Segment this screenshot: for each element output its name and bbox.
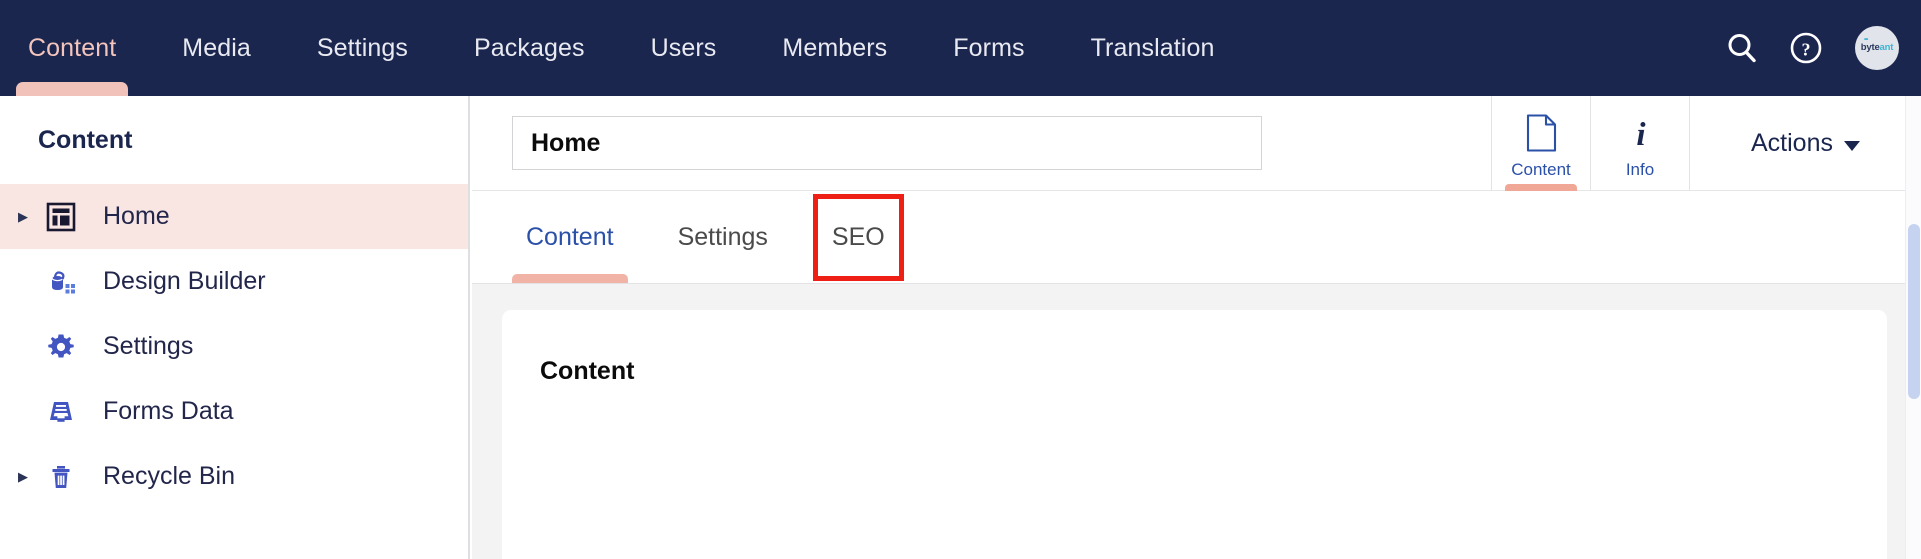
sidebar-title: Content <box>38 125 133 154</box>
expand-caret-icon[interactable]: ▶ <box>8 469 38 485</box>
avatar-dots: ••• <box>1864 37 1868 43</box>
editor-app-active-indicator <box>1505 184 1577 191</box>
nav-item-label: Settings <box>316 33 408 62</box>
node-name-input[interactable] <box>512 116 1262 170</box>
search-icon <box>1728 34 1756 63</box>
nav-item-label: Packages <box>474 33 585 62</box>
info-italic-icon: i <box>1625 113 1656 153</box>
nav-item-packages[interactable]: Packages <box>474 0 585 96</box>
editor-app-label: Content <box>1511 160 1571 179</box>
nav-active-indicator <box>16 82 129 96</box>
inbox-tray-icon <box>38 397 84 427</box>
nav-item-label: Content <box>28 33 117 62</box>
chevron-down-icon <box>1843 140 1860 151</box>
sidebar-item-settings[interactable]: ▶ Settings <box>0 314 468 379</box>
editor-apps-toolbar: Content i Info Actions <box>1491 96 1921 191</box>
tab-seo[interactable]: SEO <box>812 193 904 281</box>
content-group-title: Content <box>540 357 635 385</box>
help-button[interactable]: ? <box>1777 19 1835 77</box>
tab-label: Content <box>526 222 614 251</box>
tab-content[interactable]: Content <box>512 199 628 283</box>
nav-item-settings[interactable]: Settings <box>317 0 408 96</box>
sidebar-item-label: Design Builder <box>103 267 266 295</box>
editor-app-content[interactable]: Content <box>1491 96 1590 191</box>
nav-item-content[interactable]: Content <box>16 0 129 96</box>
sidebar-item-home[interactable]: ▶ Home <box>0 184 468 249</box>
document-icon <box>1526 113 1557 153</box>
nav-item-forms[interactable]: Forms <box>953 0 1024 96</box>
nav-item-label: Media <box>182 33 251 62</box>
tab-label: Settings <box>677 222 768 251</box>
tab-label: SEO <box>831 222 885 251</box>
sidebar-item-recycle-bin[interactable]: ▶ Recycle Bin <box>0 444 468 509</box>
editor-header: Content i Info Actions <box>472 96 1921 191</box>
actions-button-label: Actions <box>1751 129 1833 157</box>
umbraco-backoffice: Content Media Settings Packages Users Me… <box>0 0 1921 559</box>
gear-icon <box>38 332 84 362</box>
tab-settings[interactable]: Settings <box>664 199 782 276</box>
nav-item-label: Translation <box>1090 33 1215 62</box>
editor-body: Content <box>472 284 1921 559</box>
nav-item-members[interactable]: Members <box>782 0 887 96</box>
actions-button[interactable]: Actions <box>1689 96 1921 191</box>
nav-item-users[interactable]: Users <box>651 0 717 96</box>
nav-item-label: Members <box>782 33 888 62</box>
editor-tabs: Content Settings SEO <box>472 191 1921 284</box>
svg-text:i: i <box>1636 117 1646 152</box>
expand-caret-icon[interactable]: ▶ <box>8 209 38 225</box>
avatar[interactable]: ••• byteant <box>1855 26 1899 70</box>
nav-item-label: Users <box>650 33 717 62</box>
sidebar-item-design-builder[interactable]: ▶ Design Builder <box>0 249 468 314</box>
paint-bucket-icon <box>38 267 84 297</box>
nav-item-label: Forms <box>953 33 1025 62</box>
content-sidebar: Content ▶ Home ▶ <box>0 96 470 559</box>
search-button[interactable] <box>1713 19 1771 77</box>
page-layout-icon <box>38 202 84 232</box>
editor-app-label: Info <box>1625 160 1655 179</box>
vertical-scrollbar[interactable] <box>1905 96 1921 559</box>
top-navigation-actions: ? ••• byteant <box>1707 0 1921 96</box>
sidebar-item-forms-data[interactable]: ▶ Forms Data <box>0 379 468 444</box>
top-navigation-items: Content Media Settings Packages Users Me… <box>0 0 1247 96</box>
sidebar-item-label: Recycle Bin <box>103 462 235 490</box>
vertical-scrollbar-thumb[interactable] <box>1908 224 1920 399</box>
nav-item-translation[interactable]: Translation <box>1091 0 1215 96</box>
content-editor: Content i Info Actions <box>472 96 1921 559</box>
svg-text:?: ? <box>1802 40 1811 60</box>
trash-icon <box>38 462 84 492</box>
content-group-card: Content <box>502 310 1887 559</box>
avatar-brand: byteant <box>1860 42 1894 54</box>
tab-active-indicator <box>512 273 628 283</box>
top-navigation-bar: Content Media Settings Packages Users Me… <box>0 0 1921 96</box>
help-circle-icon: ? <box>1790 32 1822 64</box>
nav-item-media[interactable]: Media <box>182 0 251 96</box>
editor-app-info[interactable]: i Info <box>1590 96 1689 191</box>
sidebar-item-label: Home <box>103 202 170 230</box>
sidebar-item-label: Forms Data <box>103 397 234 425</box>
sidebar-item-label: Settings <box>103 332 194 360</box>
